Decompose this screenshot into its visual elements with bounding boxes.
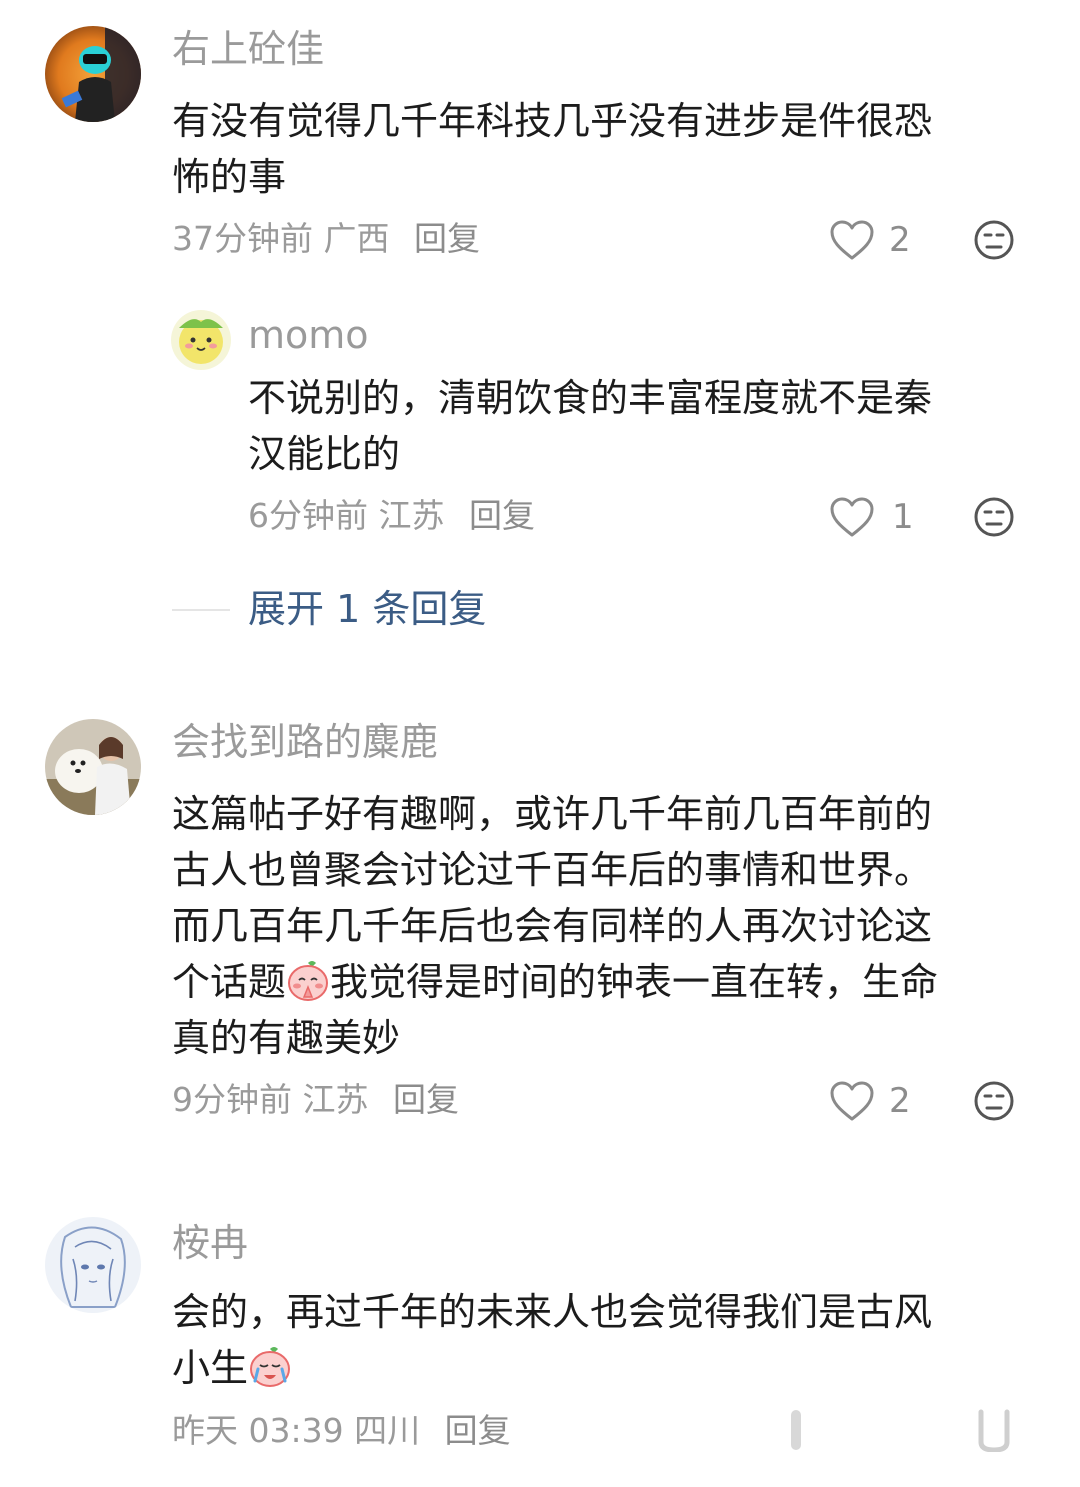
neutral-face-icon[interactable] [973,496,1015,538]
comment-text: 有没有觉得几千年科技几乎没有进步是件很恐 怖的事 [172,93,932,205]
comment-meta: 昨天 03:39 四川 回复 [172,1411,511,1451]
comment-2: 会找到路的麋鹿 这篇帖子好有趣啊，或许几千年前几百年前的 古人也曾聚会讨论过千百… [0,700,1080,1140]
comment-text-line: 而几百年几千年后也会有同样的人再次讨论这 [172,904,933,948]
neutral-face-icon[interactable] [973,1080,1015,1122]
peach-cry-emoji [250,1347,291,1387]
timestamp: 昨天 03:39 [172,1411,344,1450]
location: 广西 [323,219,390,258]
heart-outline-icon[interactable] [829,219,875,261]
like-count: 2 [889,1081,911,1121]
comment-text-line: 有没有觉得几千年科技几乎没有进步是件很恐 [172,99,933,143]
comment-text-segment: 我觉得是时间的钟表一直在转，生命 [330,960,939,1004]
nav-cup-icon[interactable] [977,1408,1011,1452]
comment-text-line: 真的有趣美妙 [172,1016,401,1060]
peach-pray-emoji [288,961,329,1001]
reply-button[interactable]: 回复 [469,496,535,535]
avatar[interactable] [45,26,141,122]
comment-text-line: 小生 [172,1340,932,1396]
reply-button[interactable]: 回复 [445,1411,511,1450]
avatar[interactable] [171,310,231,370]
heart-outline-icon[interactable] [829,496,875,538]
reply-button[interactable]: 回复 [393,1080,459,1119]
comment-3: 桉冉 会的，再过千年的未来人也会觉得我们是古风 小生 昨天 03:39 四川 回… [0,1200,1080,1487]
nav-pill-icon[interactable] [786,1408,806,1452]
comment-meta: 37分钟前 广西 回复 [172,219,480,259]
location: 江苏 [302,1080,369,1119]
comment-text: 这篇帖子好有趣啊，或许几千年前几百年前的 古人也曾聚会讨论过千百年后的事情和世界… [172,786,938,1066]
username[interactable]: momo [248,312,369,358]
comment-text-line: 古人也曾聚会讨论过千百年后的事情和世界。 [172,848,933,892]
avatar[interactable] [45,1217,141,1313]
reply-1: momo 不说别的，清朝饮食的丰富程度就不是秦 汉能比的 6分钟前 江苏 回复 … [0,300,1080,560]
comment-1: 右上砼佳 有没有觉得几千年科技几乎没有进步是件很恐 怖的事 37分钟前 广西 回… [0,0,1080,280]
like-count: 2 [889,220,911,260]
comment-text-line: 不说别的，清朝饮食的丰富程度就不是秦 [248,376,933,420]
timestamp: 6分钟前 [248,496,368,535]
avatar[interactable] [45,719,141,815]
heart-outline-icon[interactable] [829,1080,875,1122]
username[interactable]: 右上砼佳 [172,26,324,72]
comment-text-segment: 小生 [172,1346,249,1390]
location: 江苏 [378,496,445,535]
comment-text: 不说别的，清朝饮食的丰富程度就不是秦 汉能比的 [248,370,932,482]
expand-divider [172,609,230,611]
comment-text-line: 汉能比的 [248,432,401,476]
comment-text: 会的，再过千年的未来人也会觉得我们是古风 小生 [172,1284,932,1396]
location: 四川 [354,1411,421,1450]
username[interactable]: 会找到路的麋鹿 [172,719,438,765]
comment-text-line: 怖的事 [172,155,287,199]
expand-replies-button[interactable]: 展开 1 条回复 [248,586,486,632]
timestamp: 37分钟前 [172,219,313,258]
reply-button[interactable]: 回复 [414,219,480,258]
username[interactable]: 桉冉 [172,1220,248,1266]
neutral-face-icon[interactable] [973,219,1015,261]
comment-meta: 6分钟前 江苏 回复 [248,496,535,536]
comment-meta: 9分钟前 江苏 回复 [172,1080,459,1120]
comment-text-line: 这篇帖子好有趣啊，或许几千年前几百年前的 [172,792,933,836]
timestamp: 9分钟前 [172,1080,292,1119]
comment-text-segment: 个话题 [172,960,287,1004]
comment-text-line: 会的，再过千年的未来人也会觉得我们是古风 [172,1290,933,1334]
like-count: 1 [892,497,914,537]
comment-text-line: 个话题 我觉得是时间的钟表一直在转，生命 [172,954,938,1010]
